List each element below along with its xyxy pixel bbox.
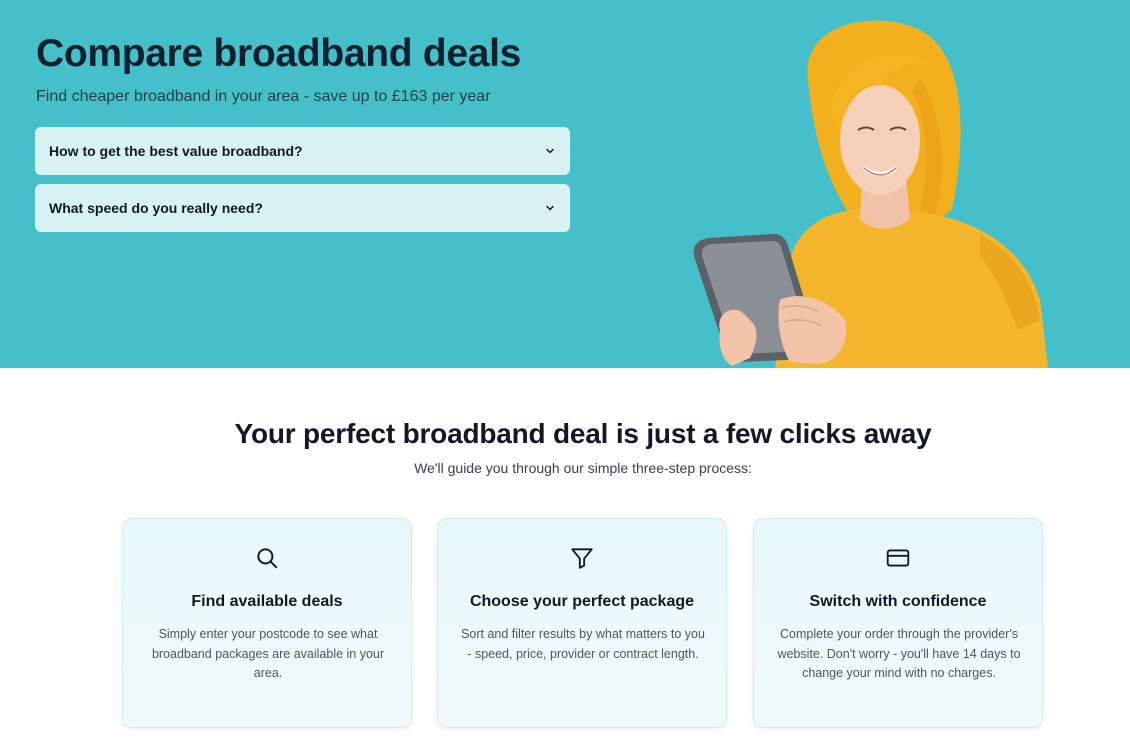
search-icon (123, 545, 411, 571)
hero-banner: Compare broadband deals Find cheaper bro… (0, 0, 1130, 368)
page-title: Compare broadband deals (36, 32, 522, 75)
faq-accordion-best-value[interactable]: How to get the best value broadband? (35, 127, 570, 175)
step-card-switch: Switch with confidence Complete your ord… (753, 518, 1043, 728)
accordion-label: How to get the best value broadband? (49, 143, 303, 159)
credit-card-icon (754, 545, 1042, 571)
section-subtitle: We'll guide you through our simple three… (414, 460, 752, 476)
faq-accordion-speed[interactable]: What speed do you really need? (35, 184, 570, 232)
filter-icon (438, 545, 726, 571)
section-title: Your perfect broadband deal is just a fe… (234, 418, 932, 449)
chevron-down-icon (544, 145, 556, 157)
step-card-find-deals: Find available deals Simply enter your p… (122, 518, 412, 728)
step-card-choose-package: Choose your perfect package Sort and fil… (437, 518, 727, 728)
hero-photo (693, 20, 1048, 368)
step-description: Simply enter your postcode to see what b… (151, 627, 385, 680)
step-title: Choose your perfect package (469, 593, 695, 610)
chevron-down-icon (544, 202, 556, 214)
hero-subtitle: Find cheaper broadband in your area - sa… (36, 88, 491, 105)
accordion-label: What speed do you really need? (49, 200, 263, 216)
step-title: Find available deals (191, 593, 343, 610)
step-title: Switch with confidence (809, 593, 987, 610)
step-description: Complete your order through the provider… (777, 627, 1021, 680)
step-description: Sort and filter results by what matters … (461, 627, 705, 661)
